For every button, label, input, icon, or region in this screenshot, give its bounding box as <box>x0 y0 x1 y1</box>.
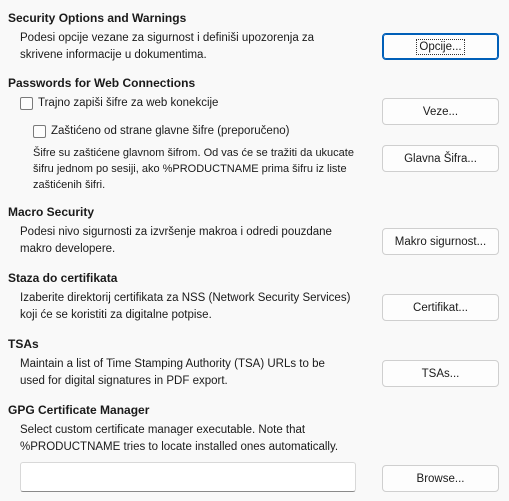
tsas-desc-line: Maintain a list of Time Stamping Authori… <box>20 358 325 370</box>
connections-button[interactable]: Veze... <box>382 98 499 125</box>
tsas-desc-line: used for digital signatures in PDF expor… <box>20 375 228 387</box>
master-password-note-line: zaštićenih šifri. <box>33 179 106 191</box>
tsas-heading: TSAs <box>8 337 39 351</box>
certificate-path-heading: Staza do certifikata <box>8 271 118 285</box>
certificate-button-label: Certifikat... <box>413 301 468 314</box>
gpg-desc-line: %PRODUCTNAME tries to locate installed o… <box>20 441 339 453</box>
certificate-path-desc-line: Izaberite direktorij certifikata za NSS … <box>20 292 351 304</box>
security-options-button-label: Opcije... <box>416 38 465 55</box>
master-password-button-label: Glavna Šifra... <box>404 152 477 165</box>
persist-passwords-option[interactable]: Trajno zapiši šifre za web konekcije <box>20 95 218 112</box>
certificate-path-description: Izaberite direktorij certifikata za NSS … <box>20 290 350 324</box>
macro-security-button-label: Makro sigurnost... <box>394 235 487 248</box>
macro-security-heading: Macro Security <box>8 205 95 219</box>
master-password-note: Šifre su zaštićene glavnom šifrom. Od va… <box>33 145 354 193</box>
gpg-heading: GPG Certificate Manager <box>8 403 150 417</box>
security-options-button[interactable]: Opcije... <box>382 33 499 60</box>
security-options-desc-line: Podesi opcije vezane za sigurnost i defi… <box>20 32 315 44</box>
connections-button-label: Veze... <box>422 105 459 118</box>
master-password-button[interactable]: Glavna Šifra... <box>382 145 499 172</box>
certificate-button[interactable]: Certifikat... <box>382 294 499 321</box>
gpg-browse-button-label: Browse... <box>416 472 465 485</box>
macro-security-desc-line: Podesi nivo sigurnosti za izvršenje makr… <box>20 226 332 238</box>
tsas-description: Maintain a list of Time Stamping Authori… <box>20 356 325 390</box>
gpg-description: Select custom certificate manager execut… <box>20 422 338 456</box>
master-password-option[interactable]: Zaštićeno od strane glavne šifre (prepor… <box>33 123 289 140</box>
macro-security-desc-line: makro developere. <box>20 243 116 255</box>
gpg-browse-button[interactable]: Browse... <box>382 465 499 492</box>
master-password-note-line: šifru jednom po sesiji, ako %PRODUCTNAME… <box>33 163 347 175</box>
macro-security-button[interactable]: Makro sigurnost... <box>382 228 499 255</box>
security-options-desc-line: skrivene informacije u dokumentima. <box>20 49 207 61</box>
security-options-description: Podesi opcije vezane za sigurnost i defi… <box>20 30 314 64</box>
tsas-button[interactable]: TSAs... <box>382 360 499 387</box>
security-options-heading: Security Options and Warnings <box>8 11 187 25</box>
macro-security-description: Podesi nivo sigurnosti za izvršenje makr… <box>20 224 332 258</box>
master-password-checkbox[interactable] <box>33 125 46 138</box>
persist-passwords-checkbox[interactable] <box>20 97 33 110</box>
tsas-button-label: TSAs... <box>421 367 460 380</box>
certificate-path-desc-line: koji će se koristiti za digitalne potpis… <box>20 309 212 321</box>
master-password-note-line: Šifre su zaštićene glavnom šifrom. Od va… <box>33 147 354 159</box>
security-options-page: Security Options and Warnings Podesi opc… <box>0 0 509 501</box>
passwords-heading: Passwords for Web Connections <box>8 76 196 90</box>
master-password-label[interactable]: Zaštićeno od strane glavne šifre (prepor… <box>51 123 289 140</box>
persist-passwords-label[interactable]: Trajno zapiši šifre za web konekcije <box>38 95 218 112</box>
gpg-path-input[interactable] <box>20 462 356 492</box>
gpg-desc-line: Select custom certificate manager execut… <box>20 424 306 436</box>
